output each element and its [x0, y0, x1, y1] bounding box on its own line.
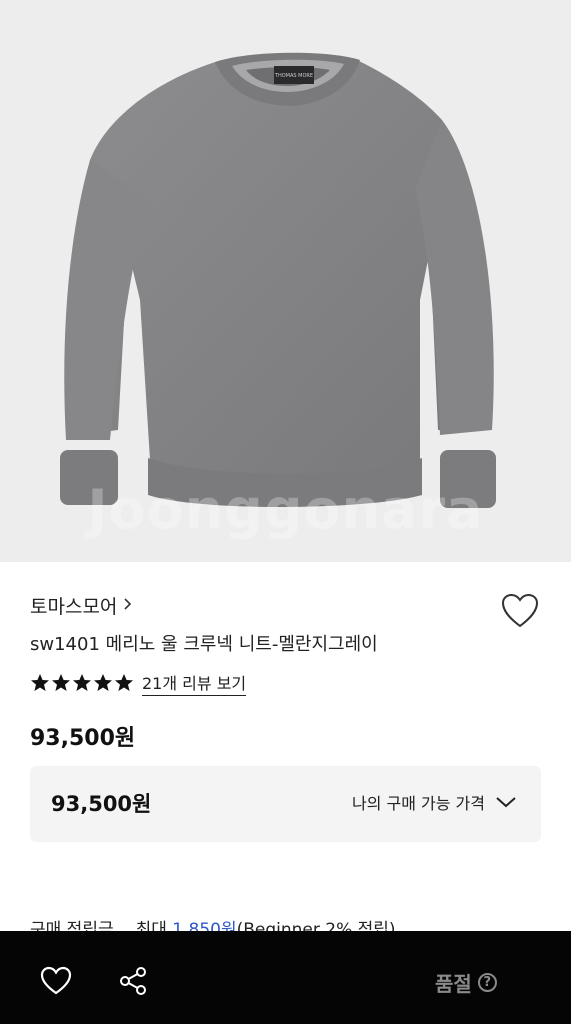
brand-name: 토마스모어 — [30, 596, 118, 618]
wishlist-button[interactable] — [500, 592, 540, 630]
share-icon — [120, 967, 146, 995]
chevron-right-icon — [123, 597, 132, 615]
star-icon — [31, 674, 49, 691]
my-price-box[interactable]: 93,500원 나의 구매 가능 가격 — [30, 766, 541, 842]
my-price-toggle[interactable]: 나의 구매 가능 가격 — [352, 790, 517, 814]
heart-icon — [501, 593, 539, 628]
my-price-value: 93,500원 — [51, 792, 152, 816]
product-image[interactable]: THOMAS MORE Joonggonara — [0, 0, 571, 562]
question-icon[interactable]: ? — [477, 973, 497, 992]
heart-icon — [40, 966, 72, 995]
chevron-down-icon — [496, 797, 516, 808]
my-price-label: 나의 구매 가능 가격 — [351, 794, 485, 813]
star-icon — [73, 674, 91, 691]
bottom-wishlist-button[interactable] — [40, 966, 72, 996]
star-icon — [94, 674, 112, 691]
star-icon — [52, 674, 70, 691]
rating-row: 21개 리뷰 보기 — [30, 670, 247, 696]
watermark: Joonggonara — [87, 478, 484, 541]
brand-link[interactable]: 토마스모어 — [30, 592, 132, 619]
product-price: 93,500원 — [30, 726, 136, 751]
bottom-action-bar: 품절 ? — [0, 931, 571, 1024]
soldout-label: 품절 — [435, 972, 472, 996]
soldout-button[interactable]: 품절 ? — [435, 968, 497, 997]
review-link[interactable]: 21개 리뷰 보기 — [142, 670, 247, 696]
rating-stars — [30, 673, 134, 693]
share-button[interactable] — [118, 966, 148, 996]
garment-label-text: THOMAS MORE — [274, 73, 313, 79]
product-title: sw1401 메리노 울 크루넥 니트-멜란지그레이 — [30, 634, 378, 655]
star-icon — [115, 674, 133, 691]
